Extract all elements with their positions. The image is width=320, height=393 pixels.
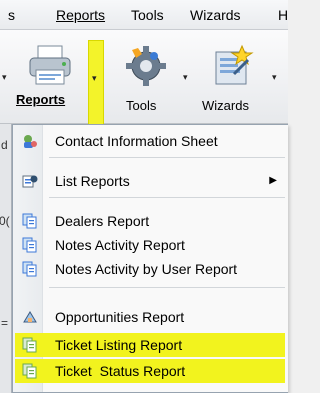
menu-item-notes-activity-report[interactable]: Notes Activity Report (15, 233, 285, 257)
wizard-icon (215, 44, 254, 85)
menu-wizards[interactable]: Wizards (190, 7, 241, 23)
reports-button-label: Reports (16, 92, 66, 107)
menu-item-label: Contact Information Sheet (55, 133, 218, 149)
menu-item-label: Notes Activity by User Report (55, 261, 238, 277)
menu-item-label: Ticket Status Report (55, 363, 186, 379)
menu-item-label: Ticket Listing Report (55, 337, 183, 353)
wizards-button[interactable]: Wizards (198, 42, 268, 118)
ticket-report-icon (22, 337, 37, 353)
menu-item-ticket-listing-report[interactable]: Ticket Listing Report (15, 333, 285, 357)
menu-item-notes-activity-by-user-report[interactable]: Notes Activity by User Report (15, 257, 285, 281)
menu-separator (49, 287, 285, 288)
menu-item-opportunities-report[interactable]: Opportunities Report (15, 305, 285, 329)
menu-item-dealers-report[interactable]: Dealers Report (15, 209, 285, 233)
report-pages-icon (22, 213, 37, 229)
menu-item-contact-information-sheet[interactable]: Contact Information Sheet (15, 129, 285, 153)
menu-item-ticket-status-report[interactable]: Ticket Status Report (15, 359, 285, 383)
toolbar: ▾ Reports ▾ Tools ▾ Wizards ▾ (0, 30, 288, 126)
menu-item-partial[interactable]: s (8, 7, 15, 23)
background-char: d (1, 138, 8, 152)
report-pages-icon (22, 237, 37, 253)
menu-wizards-label: Wizards (190, 7, 241, 23)
reports-button[interactable]: Reports (16, 42, 86, 118)
menu-item-label: Dealers Report (55, 213, 150, 229)
menu-item-label: List Reports (55, 173, 130, 189)
contact-sheet-icon (24, 135, 37, 148)
reports-dropdown-caret: ▾ (92, 73, 97, 83)
menu-tools-label: Tools (131, 7, 164, 23)
prev-dropdown-caret[interactable]: ▾ (2, 72, 7, 83)
tools-gear-icon (126, 46, 166, 86)
printer-icon (29, 45, 71, 85)
background-window-edge: d 0( = (0, 124, 12, 393)
wizards-dropdown-caret[interactable]: ▾ (272, 72, 277, 83)
menu-help-partial[interactable]: H (278, 7, 288, 23)
tools-button[interactable]: Tools (118, 42, 178, 118)
menu-item-label: Notes Activity Report (55, 237, 185, 253)
menu-tools[interactable]: Tools (131, 7, 164, 23)
menu-reports[interactable]: Reports (56, 7, 105, 23)
list-reports-icon (22, 175, 38, 188)
opportunities-icon (23, 311, 37, 323)
tools-button-label: Tools (126, 98, 157, 113)
reports-dropdown-menu: Contact Information Sheet List Reports ▶… (12, 124, 288, 393)
wizards-button-label: Wizards (202, 98, 249, 113)
tools-dropdown-caret[interactable]: ▾ (183, 72, 188, 83)
background-char: 0( (0, 214, 10, 228)
menu-item-list-reports[interactable]: List Reports ▶ (15, 169, 285, 193)
menu-reports-label: Reports (56, 7, 106, 23)
reports-dropdown-toggle[interactable]: ▾ (88, 40, 104, 126)
submenu-arrow-icon: ▶ (269, 175, 277, 186)
menu-item-label: Opportunities Report (55, 309, 185, 325)
menu-separator (49, 157, 285, 158)
report-pages-icon (22, 261, 37, 277)
menu-separator (49, 197, 285, 198)
menu-bar: s Reports Tools Wizards H (0, 0, 288, 30)
ticket-report-icon (22, 363, 37, 379)
background-char: = (1, 316, 9, 330)
